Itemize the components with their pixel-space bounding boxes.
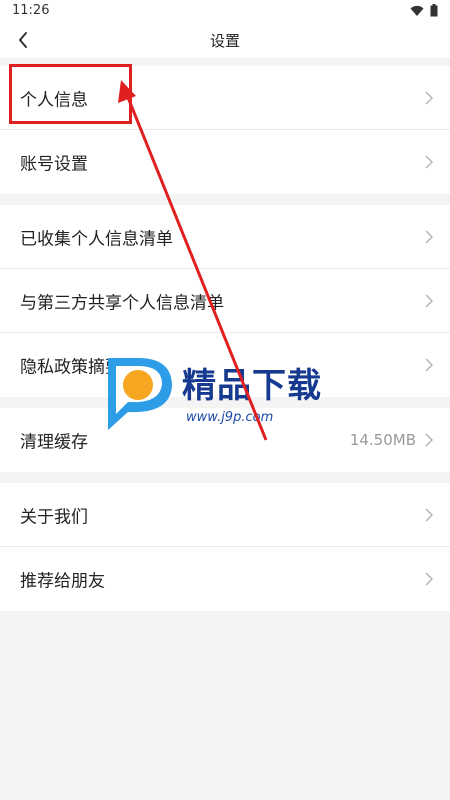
settings-item-label: 与第三方共享个人信息清单	[20, 293, 224, 313]
settings-item-recommend-to-friends[interactable]: 推荐给朋友	[0, 547, 450, 611]
status-time: 11:26	[12, 3, 50, 18]
settings-item-collected-info-list[interactable]: 已收集个人信息清单	[0, 205, 450, 269]
chevron-right-icon	[425, 433, 434, 447]
chevron-right-icon	[425, 572, 434, 586]
chevron-right-icon	[425, 358, 434, 372]
nav-bar: 设置	[0, 22, 450, 58]
settings-item-third-party-sharing-list[interactable]: 与第三方共享个人信息清单	[0, 269, 450, 333]
settings-item-label: 推荐给朋友	[20, 571, 105, 592]
chevron-right-icon	[425, 293, 434, 308]
status-bar: 11:26	[0, 0, 450, 22]
chevron-right-icon	[425, 90, 434, 105]
settings-group-about: 关于我们 推荐给朋友	[0, 483, 450, 611]
wifi-icon	[410, 5, 424, 16]
watermark: 精品下载 www.j9p.com	[98, 352, 358, 442]
status-icons	[410, 4, 438, 17]
cache-size-value: 14.50MB	[349, 431, 416, 449]
logo-icon	[108, 358, 172, 430]
settings-item-about-us[interactable]: 关于我们	[0, 483, 450, 547]
settings-item-label: 清理缓存	[20, 432, 88, 453]
chevron-right-icon	[425, 229, 434, 244]
battery-icon	[430, 4, 438, 17]
settings-item-label: 已收集个人信息清单	[20, 229, 173, 249]
settings-item-label: 账号设置	[20, 154, 88, 175]
highlight-annotation-box	[9, 64, 132, 124]
page-title: 设置	[209, 32, 240, 50]
settings-item-account-settings[interactable]: 账号设置	[0, 130, 450, 194]
watermark-url: www.j9p.com	[186, 410, 274, 425]
settings-item-label: 关于我们	[20, 507, 88, 527]
chevron-right-icon	[425, 155, 434, 169]
watermark-text: 精品下载	[182, 366, 322, 406]
chevron-right-icon	[425, 507, 434, 522]
